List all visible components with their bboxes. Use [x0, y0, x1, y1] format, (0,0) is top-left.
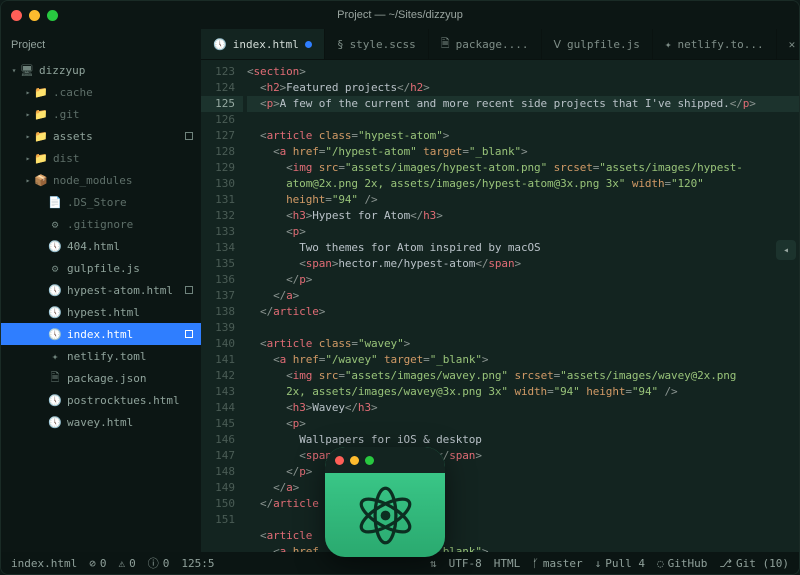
file-icon: ✦: [47, 350, 63, 363]
tree-item[interactable]: 🗎package.json: [1, 367, 201, 389]
file-icon: 🗎: [47, 369, 63, 388]
tab-icon: ᐯ: [554, 38, 562, 51]
tree-item[interactable]: 📄.DS_Store: [1, 191, 201, 213]
status-github[interactable]: ◌ GitHub: [657, 557, 707, 570]
app-logo-overlay: [325, 447, 445, 557]
tab-icon: 🗎: [441, 35, 450, 54]
tree-item[interactable]: ▸📁assets: [1, 125, 201, 147]
modified-icon: [185, 132, 193, 140]
status-cursor[interactable]: 125:5: [181, 557, 214, 570]
status-git[interactable]: ⎇ Git (10): [719, 557, 789, 570]
status-signal-icon[interactable]: ⇅: [430, 557, 437, 570]
tree-item[interactable]: ▸📁dist: [1, 147, 201, 169]
tree-item[interactable]: 🕔404.html: [1, 235, 201, 257]
tree-item[interactable]: ▸📁.cache: [1, 81, 201, 103]
file-icon: 🕔: [47, 240, 63, 253]
titlebar: Project — ~/Sites/dizzyup: [1, 1, 799, 29]
tree-item[interactable]: ⚙gulpfile.js: [1, 257, 201, 279]
tab-icon: ✦: [665, 38, 672, 51]
file-icon: 📦: [33, 174, 49, 187]
window-title: Project — ~/Sites/dizzyup: [1, 9, 799, 21]
file-icon: 🕔: [47, 306, 63, 319]
tab-icon: §: [337, 38, 344, 51]
code-editor[interactable]: 1231241251261271281291301311321331341351…: [201, 60, 799, 552]
fold-panel-icon[interactable]: ◂: [776, 240, 796, 260]
file-icon: 🖥: [19, 64, 35, 77]
file-icon: 🕔: [47, 416, 63, 429]
status-encoding[interactable]: UTF-8: [449, 557, 482, 570]
modified-icon: [185, 286, 193, 294]
minimize-icon: [350, 456, 359, 465]
tree-item[interactable]: 🕔wavey.html: [1, 411, 201, 433]
tree-item[interactable]: ✦netlify.toml: [1, 345, 201, 367]
modified-icon: [185, 330, 193, 338]
file-icon: 🕔: [47, 284, 63, 297]
file-icon: 📄: [47, 196, 63, 209]
file-icon: 📁: [33, 108, 49, 121]
status-lang[interactable]: HTML: [494, 557, 521, 570]
line-gutter: 1231241251261271281291301311321331341351…: [201, 60, 243, 552]
tab[interactable]: §style.scss: [325, 29, 429, 59]
tree-item[interactable]: ▸📦node_modules: [1, 169, 201, 191]
status-info[interactable]: ⓘ 0: [148, 555, 170, 571]
tab-bar[interactable]: 🕔index.html§style.scss🗎package....ᐯgulpf…: [201, 29, 799, 60]
close-icon: [335, 456, 344, 465]
tab[interactable]: ᐯgulpfile.js: [542, 29, 653, 59]
tree-item[interactable]: 🕔hypest.html: [1, 301, 201, 323]
status-warnings[interactable]: ⚠ 0: [118, 557, 135, 570]
tree-item[interactable]: ⚙.gitignore: [1, 213, 201, 235]
file-icon: 📁: [33, 130, 49, 143]
status-errors[interactable]: ⊘ 0: [89, 557, 106, 570]
zoom-icon: [365, 456, 374, 465]
tree-item[interactable]: ▾🖥dizzyup: [1, 59, 201, 81]
tree-item[interactable]: ▸📁.git: [1, 103, 201, 125]
tree-item[interactable]: 🕔index.html: [1, 323, 201, 345]
file-icon: ⚙: [47, 218, 63, 231]
editor-area: 🕔index.html§style.scss🗎package....ᐯgulpf…: [201, 29, 799, 552]
file-icon: ⚙: [47, 262, 63, 275]
atom-logo-icon: [325, 473, 445, 557]
tab[interactable]: 🗎package....: [429, 29, 542, 59]
file-icon: 🕔: [47, 328, 63, 341]
tab-icon: ✕: [789, 38, 796, 51]
file-icon: 📁: [33, 152, 49, 165]
file-tree[interactable]: ▾🖥dizzyup▸📁.cache▸📁.git▸📁assets▸📁dist▸📦n…: [1, 59, 201, 552]
sidebar: Project ▾🖥dizzyup▸📁.cache▸📁.git▸📁assets▸…: [1, 29, 201, 552]
modified-dot-icon: [305, 41, 312, 48]
file-icon: 🕔: [47, 394, 63, 407]
tab-icon: 🕔: [213, 38, 227, 51]
status-file[interactable]: index.html: [11, 557, 77, 570]
tree-item[interactable]: 🕔hypest-atom.html: [1, 279, 201, 301]
tab[interactable]: 🕔index.html: [201, 29, 325, 59]
status-pull[interactable]: ↓ Pull 4: [595, 557, 645, 570]
tree-item[interactable]: 🕔postrocktues.html: [1, 389, 201, 411]
tab[interactable]: ✕Settings: [777, 29, 800, 59]
tab[interactable]: ✦netlify.to...: [653, 29, 777, 59]
status-branch[interactable]: ᚶ master: [532, 557, 582, 570]
file-icon: 📁: [33, 86, 49, 99]
sidebar-heading: Project: [1, 35, 201, 59]
